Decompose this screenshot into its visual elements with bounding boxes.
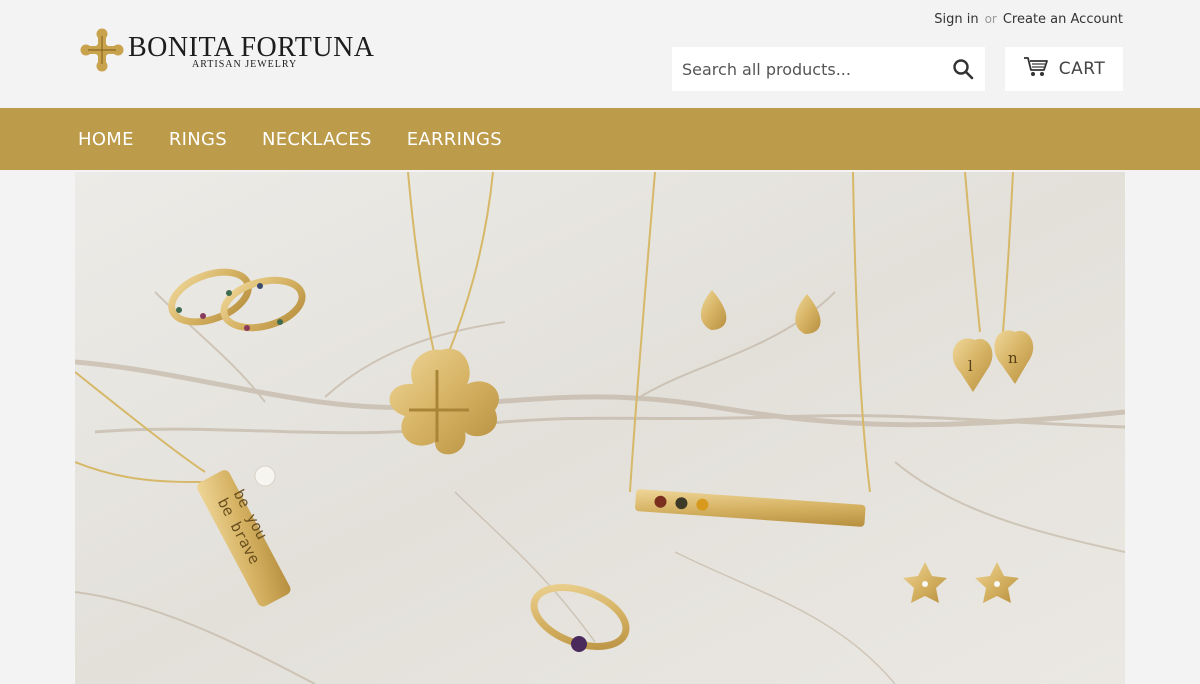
cart-label: CART bbox=[1058, 59, 1106, 79]
brand-logo[interactable]: BONITA FORTUNA ARTISAN JEWELRY bbox=[78, 26, 398, 74]
search-input[interactable] bbox=[672, 49, 952, 89]
account-links: Sign in or Create an Account bbox=[934, 12, 1123, 27]
nav-item-rings[interactable]: RINGS bbox=[169, 129, 227, 150]
nav-item-earrings[interactable]: EARRINGS bbox=[407, 129, 502, 150]
heart-initial-1: l bbox=[968, 357, 973, 375]
heart-initial-2: n bbox=[1008, 349, 1018, 367]
create-account-link[interactable]: Create an Account bbox=[1003, 12, 1123, 27]
nav-item-home[interactable]: HOME bbox=[78, 129, 134, 150]
nav-item-necklaces[interactable]: NECKLACES bbox=[262, 129, 372, 150]
search-form bbox=[672, 47, 985, 91]
cross-logo-icon bbox=[78, 26, 126, 74]
main-navigation: HOME RINGS NECKLACES EARRINGS bbox=[0, 108, 1200, 170]
sign-in-link[interactable]: Sign in bbox=[934, 12, 978, 27]
brand-tagline: ARTISAN JEWELRY bbox=[192, 59, 298, 70]
or-separator: or bbox=[984, 12, 997, 26]
brand-name: BONITA FORTUNA bbox=[128, 32, 375, 63]
pearl-charm bbox=[254, 465, 276, 487]
cart-button[interactable]: CART bbox=[1005, 47, 1123, 91]
hero-jewelry-image: be brave be you l n bbox=[75, 172, 1125, 684]
cart-icon bbox=[1023, 56, 1049, 83]
hero-banner[interactable]: be brave be you l n bbox=[75, 172, 1125, 684]
search-icon[interactable] bbox=[951, 57, 975, 81]
site-header: BONITA FORTUNA ARTISAN JEWELRY Sign in or… bbox=[0, 0, 1200, 108]
